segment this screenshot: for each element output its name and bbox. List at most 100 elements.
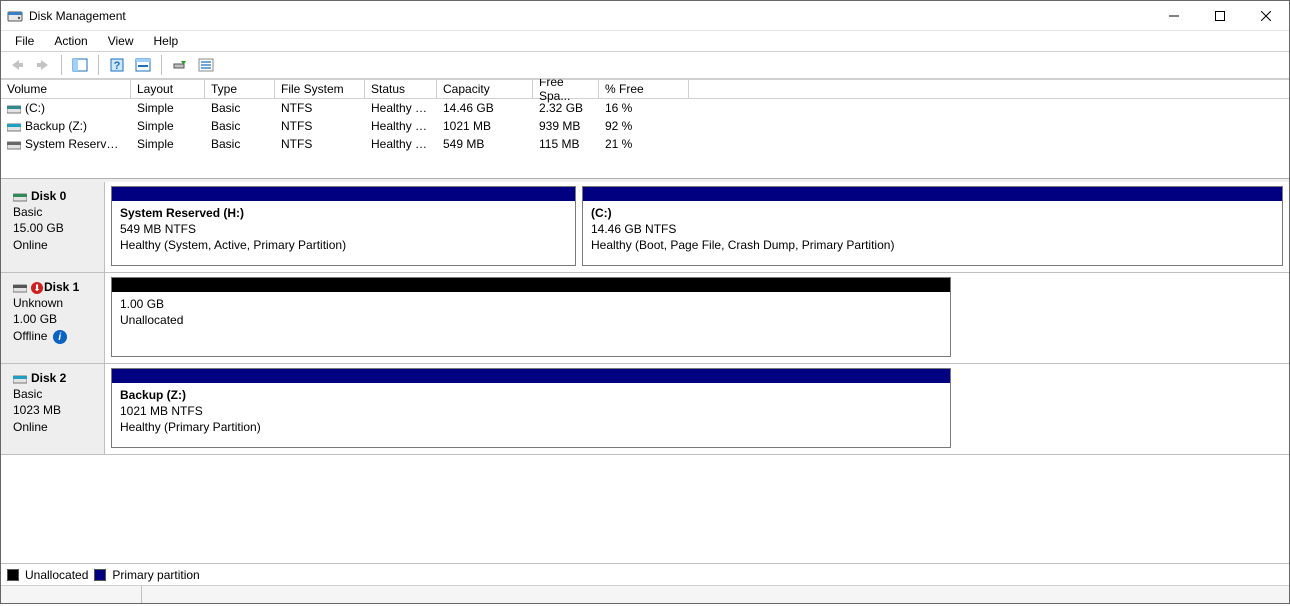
drive-icon: [7, 139, 21, 151]
legend: Unallocated Primary partition: [1, 563, 1289, 585]
maximize-button[interactable]: [1197, 1, 1243, 30]
toolbar: ?: [1, 51, 1289, 79]
partition-status: Healthy (Boot, Page File, Crash Dump, Pr…: [591, 237, 1274, 253]
partition-size: 1021 MB NTFS: [120, 403, 942, 419]
toolbar-separator: [161, 55, 162, 75]
menu-help[interactable]: Help: [146, 32, 187, 50]
disk-size: 15.00 GB: [13, 220, 98, 236]
disk-row: Disk 0Basic15.00 GB Online System Reserve…: [1, 182, 1289, 273]
partition-status: Healthy (System, Active, Primary Partiti…: [120, 237, 567, 253]
disk-name: Disk 1: [44, 280, 79, 294]
disk-row: ⬇Disk 1Unknown1.00 GBOffline i1.00 GBUna…: [1, 273, 1289, 364]
menu-action[interactable]: Action: [46, 32, 95, 50]
disk-state: Online: [13, 420, 48, 434]
drive-icon: [7, 121, 21, 133]
legend-swatch-unallocated: [7, 569, 19, 581]
volume-row[interactable]: Backup (Z:)SimpleBasicNTFSHealthy (P...1…: [1, 117, 1289, 135]
disk-name: Disk 2: [31, 371, 66, 385]
volume-list-header: Volume Layout Type File System Status Ca…: [1, 79, 1289, 99]
volume-fs: NTFS: [275, 137, 365, 151]
col-status[interactable]: Status: [365, 79, 437, 98]
menu-file[interactable]: File: [7, 32, 42, 50]
legend-swatch-primary: [94, 569, 106, 581]
drive-icon: [13, 373, 27, 385]
partition[interactable]: 1.00 GBUnallocated: [111, 277, 951, 357]
disk-label[interactable]: ⬇Disk 1Unknown1.00 GBOffline i: [1, 273, 105, 363]
volume-type: Basic: [205, 137, 275, 151]
volume-status: Healthy (P...: [365, 119, 437, 133]
partition-status: Healthy (Primary Partition): [120, 419, 942, 435]
partition[interactable]: System Reserved (H:)549 MB NTFSHealthy (…: [111, 186, 576, 266]
window-controls: [1151, 1, 1289, 30]
disk-state: Online: [13, 238, 48, 252]
list-button[interactable]: [194, 54, 218, 76]
disk-size: 1023 MB: [13, 402, 98, 418]
disk-name: Disk 0: [31, 189, 66, 203]
disk-partitions: Backup (Z:)1021 MB NTFSHealthy (Primary …: [105, 364, 957, 454]
close-button[interactable]: [1243, 1, 1289, 30]
volume-fs: NTFS: [275, 101, 365, 115]
disk-state: Offline: [13, 329, 47, 343]
partition-stripe: [112, 187, 575, 201]
volume-row[interactable]: System Reserved (...SimpleBasicNTFSHealt…: [1, 135, 1289, 153]
volume-pct-free: 16 %: [599, 101, 689, 115]
volume-free: 115 MB: [533, 137, 599, 151]
partition-title: System Reserved (H:): [120, 205, 567, 221]
back-button[interactable]: [5, 54, 29, 76]
col-capacity[interactable]: Capacity: [437, 79, 533, 98]
partition[interactable]: (C:)14.46 GB NTFSHealthy (Boot, Page Fil…: [582, 186, 1283, 266]
col-filler: [689, 79, 1289, 98]
error-icon: ⬇: [31, 282, 43, 294]
volume-status: Healthy (S...: [365, 137, 437, 151]
partition[interactable]: Backup (Z:)1021 MB NTFSHealthy (Primary …: [111, 368, 951, 448]
volume-pct-free: 92 %: [599, 119, 689, 133]
volume-row[interactable]: (C:)SimpleBasicNTFSHealthy (B...14.46 GB…: [1, 99, 1289, 117]
volume-capacity: 14.46 GB: [437, 101, 533, 115]
window-title: Disk Management: [29, 9, 1151, 23]
volume-pct-free: 21 %: [599, 137, 689, 151]
app-icon: [7, 8, 23, 24]
partition-stripe: [112, 369, 950, 383]
forward-button[interactable]: [31, 54, 55, 76]
drive-icon: [13, 282, 27, 294]
info-icon[interactable]: i: [53, 330, 67, 344]
col-file-system[interactable]: File System: [275, 79, 365, 98]
drive-icon: [13, 191, 27, 203]
col-free-space[interactable]: Free Spa...: [533, 79, 599, 98]
col-volume[interactable]: Volume: [1, 79, 131, 98]
legend-label-primary: Primary partition: [112, 568, 199, 582]
disk-kind: Basic: [13, 204, 98, 220]
partition-title: (C:): [591, 205, 1274, 221]
volume-layout: Simple: [131, 137, 205, 151]
disk-partitions: 1.00 GBUnallocated: [105, 273, 957, 363]
volume-name: Backup (Z:): [25, 119, 87, 133]
refresh-button[interactable]: [168, 54, 192, 76]
menu-view[interactable]: View: [100, 32, 142, 50]
col-layout[interactable]: Layout: [131, 79, 205, 98]
minimize-button[interactable]: [1151, 1, 1197, 30]
disk-map-pane: Disk 0Basic15.00 GBOnline System Reserve…: [1, 179, 1289, 563]
partition-size: 549 MB NTFS: [120, 221, 567, 237]
show-hide-console-tree-button[interactable]: [68, 54, 92, 76]
disk-kind: Basic: [13, 386, 98, 402]
menu-bar: File Action View Help: [1, 31, 1289, 51]
legend-label-unallocated: Unallocated: [25, 568, 88, 582]
disk-label[interactable]: Disk 2Basic1023 MB Online: [1, 364, 105, 454]
partition-title: Backup (Z:): [120, 387, 942, 403]
volume-layout: Simple: [131, 101, 205, 115]
partition-stripe: [112, 278, 950, 292]
col-type[interactable]: Type: [205, 79, 275, 98]
volume-name: (C:): [25, 101, 45, 115]
volume-list-pane: Volume Layout Type File System Status Ca…: [1, 79, 1289, 179]
app-window: Disk Management File Action View Help: [0, 0, 1290, 604]
volume-layout: Simple: [131, 119, 205, 133]
settings-button[interactable]: [131, 54, 155, 76]
partition-size: 14.46 GB NTFS: [591, 221, 1274, 237]
drive-icon: [7, 103, 21, 115]
disk-row: Disk 2Basic1023 MB Online Backup (Z:)1021…: [1, 364, 1289, 455]
help-button[interactable]: ?: [105, 54, 129, 76]
disk-partitions: System Reserved (H:)549 MB NTFSHealthy (…: [105, 182, 1289, 272]
disk-label[interactable]: Disk 0Basic15.00 GB Online: [1, 182, 105, 272]
col-percent-free[interactable]: % Free: [599, 79, 689, 98]
partition-stripe: [583, 187, 1282, 201]
